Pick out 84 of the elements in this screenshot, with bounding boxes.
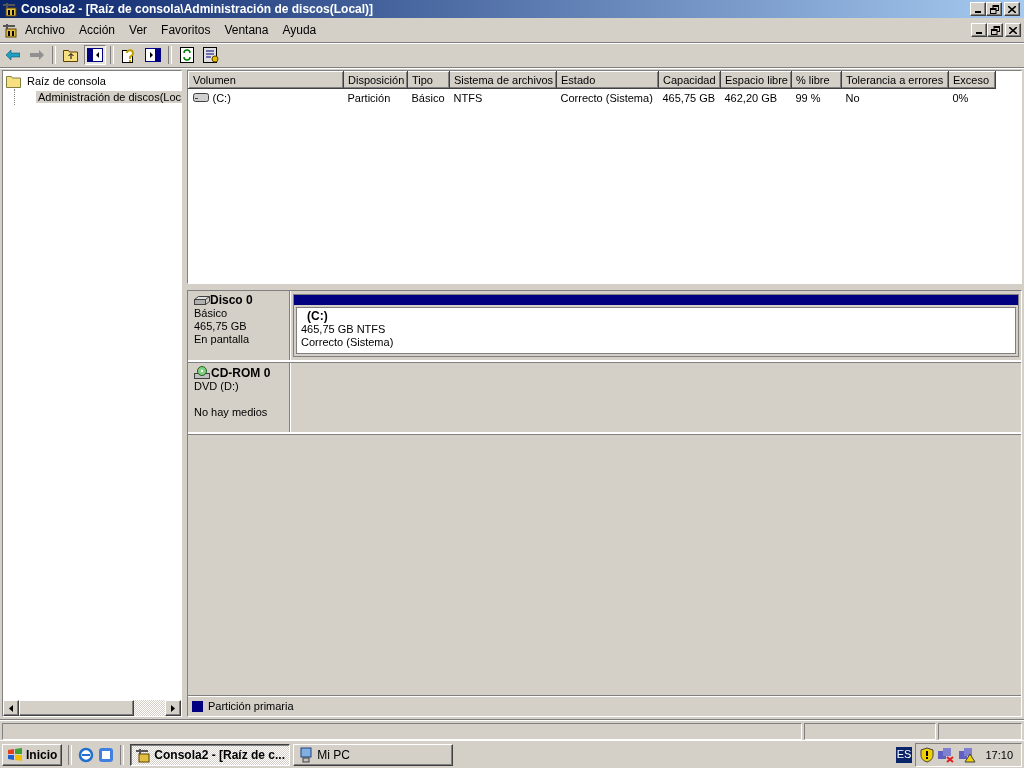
- partition-block[interactable]: (C:) 465,75 GB NTFS Correcto (Sistema): [293, 294, 1019, 357]
- panes-icon: [145, 48, 161, 62]
- scroll-left-button[interactable]: [3, 700, 19, 716]
- restore-button[interactable]: [987, 23, 1003, 37]
- console-tree-button[interactable]: [84, 45, 106, 65]
- legend-label: Partición primaria: [208, 700, 294, 712]
- hard-disk-icon: [194, 295, 210, 306]
- disk-type: DVD (D:): [194, 380, 240, 393]
- language-indicator[interactable]: ES: [895, 746, 913, 763]
- panes-icon: [87, 48, 103, 62]
- close-button[interactable]: [1004, 2, 1020, 16]
- properties-button[interactable]: [200, 45, 222, 65]
- table-cell: 465,75 GB: [658, 88, 721, 106]
- table-cell: 0%: [948, 88, 996, 106]
- restore-button[interactable]: [986, 2, 1002, 16]
- app-icon: [2, 1, 18, 17]
- menu-item[interactable]: Favoritos: [154, 21, 218, 39]
- toolbox-icon: [135, 746, 152, 763]
- table-cell: Partición: [343, 88, 408, 106]
- back-arrow-icon: [6, 50, 20, 60]
- column-header[interactable]: Disposición: [343, 71, 408, 89]
- table-cell: Básico: [407, 88, 450, 106]
- action-pane-button[interactable]: [142, 45, 164, 65]
- menu-item[interactable]: Ventana: [217, 21, 276, 39]
- menu-item[interactable]: Archivo: [18, 21, 72, 39]
- forward-arrow-icon: [30, 50, 44, 60]
- column-header[interactable]: Capacidad: [658, 71, 721, 89]
- column-header[interactable]: Sistema de archivos: [449, 71, 557, 89]
- tree-item[interactable]: Administración de discos(Loc: [36, 91, 184, 103]
- close-icon: [1008, 5, 1016, 13]
- drive-icon: [192, 93, 209, 102]
- computer-icon: [298, 746, 315, 763]
- minimize-button[interactable]: [971, 23, 987, 37]
- tree-item[interactable]: Raíz de consola: [25, 75, 108, 87]
- refresh-icon: [180, 47, 194, 63]
- start-button[interactable]: Inicio: [2, 743, 63, 766]
- network-warning-icon[interactable]: [958, 746, 977, 763]
- shield-icon[interactable]: [920, 746, 935, 763]
- table-cell: (C:): [212, 91, 231, 104]
- restore-icon: [990, 25, 1000, 35]
- clock: 17:10: [985, 748, 1013, 761]
- disk-size: 465,75 GB: [194, 320, 248, 333]
- table-cell: NTFS: [449, 88, 557, 106]
- disk-name: Disco 0: [210, 294, 253, 307]
- partition-status: Correcto (Sistema): [301, 336, 395, 349]
- column-header[interactable]: Tipo: [407, 71, 450, 89]
- disk-status: En pantalla: [194, 333, 251, 346]
- taskbar-button[interactable]: Consola2 - [Raíz de c...: [130, 743, 291, 766]
- column-header[interactable]: Volumen: [188, 71, 344, 89]
- window-title: Consola2 - [Raíz de consola\Administración de discos(Local)]: [21, 2, 375, 16]
- menu-item[interactable]: Ayuda: [275, 21, 324, 39]
- partition-size: 465,75 GB NTFS: [301, 323, 387, 336]
- close-button[interactable]: [1005, 23, 1021, 37]
- windows-logo-icon: [7, 747, 23, 762]
- help-icon: [121, 47, 137, 63]
- table-cell: 462,20 GB: [720, 88, 792, 106]
- column-header[interactable]: Tolerancia a errores: [841, 71, 949, 89]
- table-cell: Correcto (Sistema): [556, 88, 659, 106]
- disk-type: Básico: [194, 307, 229, 320]
- scroll-right-button[interactable]: [165, 700, 181, 716]
- console-icon: [2, 22, 18, 38]
- cd-drive-icon: [194, 366, 211, 380]
- column-header[interactable]: Espacio libre: [720, 71, 792, 89]
- right-triangle-icon: [171, 704, 175, 712]
- column-header[interactable]: Estado: [556, 71, 659, 89]
- menu-item[interactable]: Acción: [72, 21, 123, 39]
- folder-up-icon: [63, 48, 79, 62]
- properties-icon: [203, 47, 219, 63]
- folder-icon: [6, 74, 22, 88]
- column-header[interactable]: Exceso: [948, 71, 996, 89]
- taskbar-button[interactable]: Mi PC: [293, 743, 454, 766]
- restore-icon: [989, 4, 999, 14]
- network-error-icon[interactable]: [937, 746, 956, 763]
- menu-item[interactable]: Ver: [122, 21, 155, 39]
- left-triangle-icon: [9, 704, 13, 712]
- table-cell: 99 %: [791, 88, 842, 106]
- disk-name: CD-ROM 0: [211, 366, 271, 380]
- table-cell: No: [841, 88, 949, 106]
- close-icon: [1009, 26, 1017, 34]
- disk-status: No hay medios: [194, 406, 269, 419]
- column-header[interactable]: % libre: [791, 71, 842, 89]
- minimize-button[interactable]: [970, 2, 986, 16]
- partition-label: (C:): [306, 310, 329, 323]
- scrollbar-thumb[interactable]: [19, 700, 134, 716]
